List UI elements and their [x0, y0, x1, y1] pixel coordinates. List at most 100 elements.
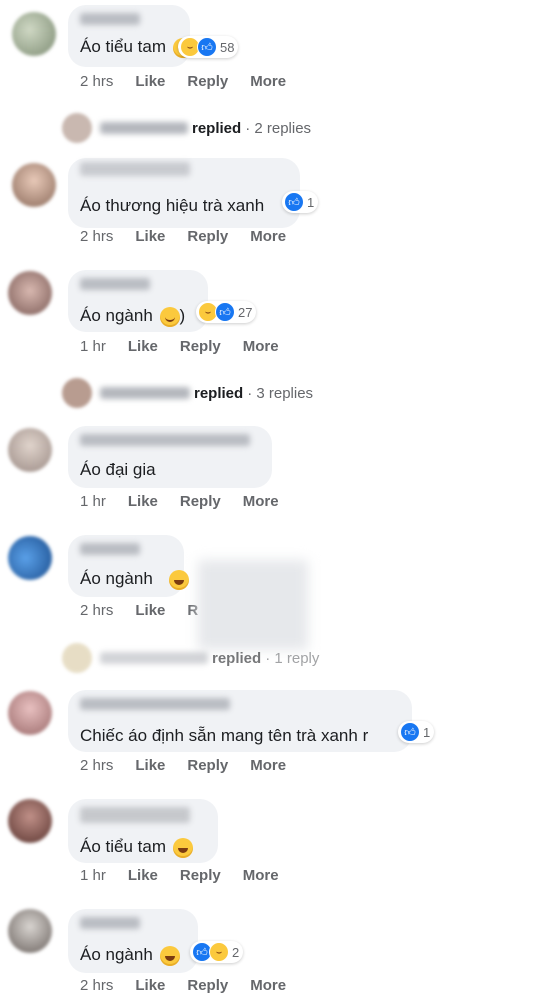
- avatar[interactable]: [8, 271, 52, 315]
- avatar[interactable]: [8, 428, 52, 472]
- avatar[interactable]: [8, 909, 52, 953]
- comment-text: Áo tiểu tam: [80, 837, 193, 858]
- view-replies-link[interactable]: replied · 2 replies: [62, 113, 311, 143]
- avatar[interactable]: [12, 12, 56, 56]
- avatar[interactable]: [8, 691, 52, 735]
- comment-bubble: Chiếc áo định sẵn mang tên trà xanh r: [68, 690, 412, 752]
- thumbs-up-icon: 👍︎: [197, 37, 217, 57]
- reaction-count: 1: [423, 724, 431, 740]
- thumbs-up-icon: 👍︎: [215, 302, 235, 322]
- reaction-count: 27: [238, 304, 253, 320]
- comment-actions: 1 hr Like Reply More: [80, 493, 279, 510]
- reply-link[interactable]: Reply: [187, 977, 228, 994]
- comment-text: Áo ngành: [80, 945, 180, 966]
- comment-text: Áo ngành: [80, 569, 189, 590]
- reaction-summary[interactable]: 👍︎ ⌣ 2: [190, 941, 244, 963]
- commenter-name[interactable]: [80, 807, 190, 823]
- comment-actions: 1 hr Like Reply More: [80, 867, 279, 884]
- more-link[interactable]: More: [250, 977, 286, 994]
- reaction-count: 1: [307, 194, 315, 210]
- view-replies-link[interactable]: replied · 3 replies: [62, 378, 313, 408]
- comment-bubble: Áo tiểu tam: [68, 799, 218, 863]
- avatar: [62, 378, 92, 408]
- comment-bubble: Áo ngành ): [68, 270, 208, 332]
- comment-actions: 2 hrs Like R: [80, 602, 198, 619]
- commenter-name[interactable]: [80, 698, 230, 710]
- more-link[interactable]: More: [243, 338, 279, 355]
- like-link[interactable]: Like: [128, 338, 158, 355]
- thumbs-up-icon: 👍︎: [400, 722, 420, 742]
- comment-text: Áo đại gia: [80, 460, 156, 479]
- reaction-summary[interactable]: 👍︎ 1: [282, 191, 319, 213]
- commenter-name[interactable]: [80, 434, 250, 446]
- reaction-summary[interactable]: ⌣ 👍︎ 58: [178, 36, 239, 58]
- reaction-summary[interactable]: 👍︎ 1: [398, 721, 435, 743]
- reaction-count: 2: [232, 944, 240, 960]
- comment-bubble: Áo đại gia: [68, 426, 272, 488]
- like-link[interactable]: Like: [135, 228, 165, 245]
- more-link[interactable]: More: [250, 73, 286, 90]
- replier-name: [100, 387, 190, 399]
- comment-bubble: Áo ngành: [68, 535, 189, 597]
- timestamp[interactable]: 1 hr: [80, 338, 106, 355]
- replier-name: [100, 122, 188, 134]
- more-link[interactable]: More: [250, 228, 286, 245]
- reply-link[interactable]: Reply: [180, 867, 221, 884]
- timestamp[interactable]: 1 hr: [80, 867, 106, 884]
- avatar[interactable]: [8, 536, 52, 580]
- like-link[interactable]: Like: [135, 73, 165, 90]
- timestamp[interactable]: 2 hrs: [80, 977, 113, 994]
- comment-actions: 2 hrs Like Reply More: [80, 73, 286, 90]
- timestamp[interactable]: 2 hrs: [80, 602, 113, 619]
- reply-link[interactable]: R: [187, 602, 198, 619]
- laughing-emoji-icon: [172, 837, 193, 858]
- commenter-name[interactable]: [80, 162, 190, 176]
- comment-text: Áo tiểu tam: [80, 37, 193, 58]
- like-link[interactable]: Like: [128, 867, 158, 884]
- avatar[interactable]: [12, 163, 56, 207]
- timestamp[interactable]: 2 hrs: [80, 228, 113, 245]
- reply-link[interactable]: Reply: [187, 228, 228, 245]
- comment-text: Áo thương hiệu trà xanh: [80, 196, 265, 215]
- comment-actions: 2 hrs Like Reply More: [80, 977, 286, 994]
- avatar[interactable]: [8, 799, 52, 843]
- reply-link[interactable]: Reply: [187, 757, 228, 774]
- like-link[interactable]: Like: [135, 757, 165, 774]
- reaction-count: 58: [220, 39, 235, 55]
- comment-bubble: Áo tiểu tam: [68, 5, 193, 67]
- timestamp[interactable]: 1 hr: [80, 493, 106, 510]
- commenter-name[interactable]: [80, 13, 140, 25]
- avatar: [62, 643, 92, 673]
- laughing-emoji-icon: [159, 945, 180, 966]
- comment-text: Chiếc áo định sẵn mang tên trà xanh r: [80, 726, 369, 745]
- reply-link[interactable]: Reply: [180, 338, 221, 355]
- smile-emoji-icon: [159, 306, 180, 327]
- comment-bubble: Áo thương hiệu trà xanh: [68, 158, 300, 228]
- comment-actions: 2 hrs Like Reply More: [80, 757, 286, 774]
- like-link[interactable]: Like: [135, 602, 165, 619]
- avatar: [62, 113, 92, 143]
- commenter-name[interactable]: [80, 917, 140, 929]
- timestamp[interactable]: 2 hrs: [80, 757, 113, 774]
- laughing-emoji-icon: [168, 569, 189, 590]
- more-link[interactable]: More: [243, 867, 279, 884]
- more-link[interactable]: More: [243, 493, 279, 510]
- view-replies-link[interactable]: replied · 1 reply: [62, 643, 319, 673]
- timestamp[interactable]: 2 hrs: [80, 73, 113, 90]
- replier-name: [100, 652, 208, 664]
- comment-actions: 1 hr Like Reply More: [80, 338, 279, 355]
- comment-bubble: Áo ngành: [68, 909, 198, 973]
- like-link[interactable]: Like: [128, 493, 158, 510]
- commenter-name[interactable]: [80, 278, 150, 290]
- laughing-emoji-icon: ⌣: [209, 942, 229, 962]
- reply-link[interactable]: Reply: [180, 493, 221, 510]
- comment-actions: 2 hrs Like Reply More: [80, 228, 286, 245]
- reaction-summary[interactable]: ⌣ 👍︎ 27: [196, 301, 257, 323]
- commenter-name[interactable]: [80, 543, 140, 555]
- more-link[interactable]: More: [250, 757, 286, 774]
- like-link[interactable]: Like: [135, 977, 165, 994]
- thumbs-up-icon: 👍︎: [284, 192, 304, 212]
- comment-text: Áo ngành ): [80, 306, 186, 327]
- reply-link[interactable]: Reply: [187, 73, 228, 90]
- blurred-region: [198, 560, 308, 650]
